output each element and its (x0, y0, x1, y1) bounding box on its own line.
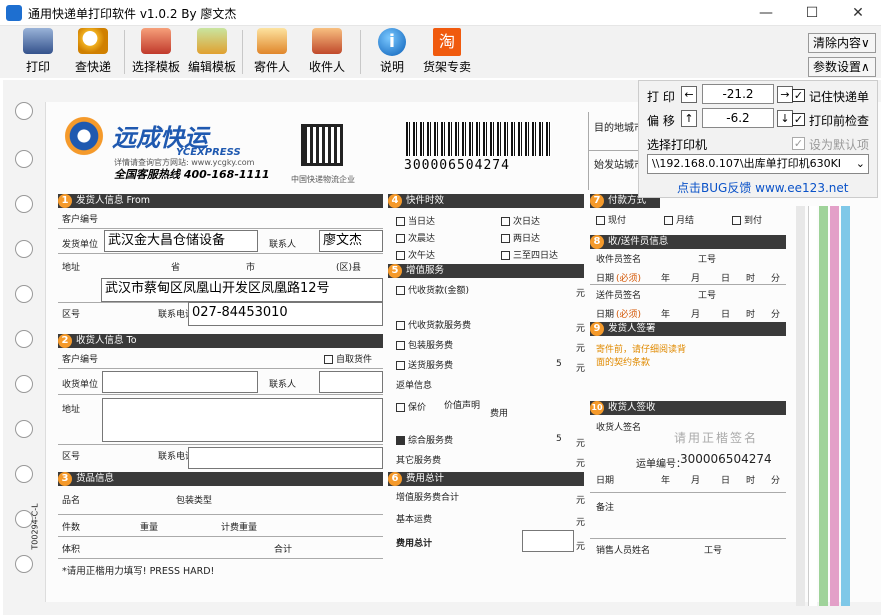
section-receiver-header: 收货人信息 To (58, 334, 383, 348)
query-button[interactable]: 查快递 (70, 28, 116, 76)
printer-icon (23, 28, 53, 54)
section-total-header: 费用总计 (388, 472, 584, 486)
shipper-notice: 寄件前，请仔细阅读背面的契约条款 (596, 345, 687, 368)
bug-feedback-link[interactable]: 点击BUG反馈 www.ee123.net (677, 179, 848, 196)
origin-city-label: 始发站城市 (594, 160, 644, 171)
tracking-number: 300006504274 (404, 158, 510, 173)
receiver-button[interactable]: 收件人 (304, 28, 350, 76)
section-sender-header: 发货人信息 From (58, 194, 383, 208)
qr-caption: 中国快递物流企业 (291, 175, 355, 184)
select-template-button[interactable]: 选择模板 (130, 28, 182, 76)
edit-icon (197, 28, 227, 54)
print-right-arrow-icon[interactable]: → (777, 86, 793, 103)
edit-template-button[interactable]: 编辑模板 (186, 28, 238, 76)
toolbar: 打印 查快递 选择模板 编辑模板 寄件人 收件人 i 说明 淘 货架专卖 清除内… (0, 26, 881, 78)
magnifier-icon (78, 28, 108, 54)
self-pickup-label: 自取货件 (324, 352, 372, 365)
chevron-down-icon: ⌄ (855, 157, 865, 170)
section-recipient-sign-header: 收货人签收 (590, 401, 786, 415)
sender-contact-input[interactable]: 廖文杰 (319, 230, 383, 252)
remember-waybill-checkbox[interactable]: ✓ (792, 89, 805, 102)
waybill-number: 300006504274 (680, 452, 772, 466)
punch-hole (15, 555, 33, 573)
pay-monthly-checkbox[interactable] (664, 216, 673, 225)
offset-up-arrow-icon[interactable]: ↑ (681, 110, 697, 127)
envelope-icon (257, 28, 287, 54)
separator (360, 30, 361, 74)
print-offset-input[interactable]: -21.2 (702, 84, 774, 104)
help-button[interactable]: i 说明 (372, 28, 412, 76)
maximize-button[interactable]: ☐ (789, 0, 835, 26)
next-morning-checkbox[interactable] (396, 234, 405, 243)
minimize-button[interactable]: — (743, 0, 789, 26)
receiver-phone-input[interactable] (188, 447, 383, 469)
section-timeliness-header: 快件时效 (388, 194, 584, 208)
print-button[interactable]: 打印 (18, 28, 58, 76)
separator (242, 30, 243, 74)
folder-icon (141, 28, 171, 54)
ycexpress-logo-icon (62, 114, 106, 158)
punch-hole (15, 330, 33, 348)
sender-unit-input[interactable]: 武汉金大昌仓储设备 (104, 230, 258, 252)
print-left-arrow-icon[interactable]: ← (681, 86, 697, 103)
info-icon: i (378, 28, 406, 56)
close-button[interactable]: ✕ (835, 0, 881, 26)
receiver-address-input[interactable] (102, 398, 383, 442)
punch-hole (15, 285, 33, 303)
dest-city-label: 目的地城市 (594, 123, 644, 134)
section-courier-header: 收/送件员信息 (590, 235, 786, 249)
punch-hole (15, 240, 33, 258)
qr-code-icon (301, 124, 343, 166)
app-icon (6, 5, 22, 21)
cod-fee-checkbox[interactable] (396, 321, 405, 330)
punch-hole (15, 195, 33, 213)
packaging-fee-checkbox[interactable] (396, 341, 405, 350)
mail-icon (312, 28, 342, 54)
cod-checkbox[interactable] (396, 286, 405, 295)
separator (124, 30, 125, 74)
section-shipper-sign-header: 发货人签署 (590, 322, 786, 336)
two-day-checkbox[interactable] (501, 234, 510, 243)
precheck-checkbox[interactable]: ✓ (792, 113, 805, 126)
punch-hole (15, 150, 33, 168)
pay-on-delivery-checkbox[interactable] (732, 216, 741, 225)
section-value-added-header: 增值服务 (388, 264, 584, 278)
title-bar: 通用快递单打印软件 v1.0.2 By 廖文杰 — ☐ ✕ (0, 0, 881, 26)
shop-button[interactable]: 淘 货架专卖 (420, 28, 474, 76)
punch-hole (15, 420, 33, 438)
clear-content-button[interactable]: 清除内容∨ (808, 33, 876, 53)
receiver-contact-input[interactable] (319, 371, 383, 393)
punch-hole (15, 375, 33, 393)
receiver-unit-input[interactable] (102, 371, 258, 393)
press-hard-note: *请用正楷用力填写! PRESS HARD! (62, 566, 215, 577)
total-fee-input[interactable] (522, 530, 574, 552)
barcode-icon (406, 122, 551, 156)
delivery-fee-checkbox[interactable] (396, 361, 405, 370)
window-title: 通用快递单打印软件 v1.0.2 By 廖文杰 (28, 7, 237, 21)
offset-down-arrow-icon[interactable]: ↓ (777, 110, 793, 127)
sender-address-input[interactable]: 武汉市蔡甸区凤凰山开发区凤凰路12号 (101, 278, 383, 302)
insurance-checkbox[interactable] (396, 403, 405, 412)
punch-hole (15, 102, 33, 120)
taobao-icon: 淘 (433, 28, 461, 56)
three-four-day-checkbox[interactable] (501, 251, 510, 260)
punch-hole (15, 465, 33, 483)
same-day-checkbox[interactable] (396, 217, 405, 226)
sender-phone-input[interactable]: 027-84453010 (188, 302, 383, 326)
pay-cash-checkbox[interactable] (596, 216, 605, 225)
sender-button[interactable]: 寄件人 (250, 28, 294, 76)
form-code: T00294-C-L (30, 503, 40, 550)
printer-select[interactable]: \\192.168.0.107\出库单打印机630KI ⌄ (647, 154, 869, 174)
comprehensive-fee-checkbox[interactable] (396, 436, 405, 445)
hotline-text: 全国客服热线 400-168-1111 (114, 168, 270, 181)
section-goods-header: 货品信息 (58, 472, 383, 486)
next-day-checkbox[interactable] (501, 217, 510, 226)
settings-panel: 打 印 ← -21.2 → 偏 移 ↑ -6.2 ↓ ✓ 记住快递单 ✓ 打印前… (638, 80, 878, 198)
self-pickup-checkbox[interactable] (324, 355, 333, 364)
next-noon-checkbox[interactable] (396, 251, 405, 260)
settings-toggle-button[interactable]: 参数设置∧ (808, 57, 876, 77)
vertical-offset-input[interactable]: -6.2 (702, 108, 774, 128)
set-default-checkbox: ✓ (792, 137, 805, 150)
